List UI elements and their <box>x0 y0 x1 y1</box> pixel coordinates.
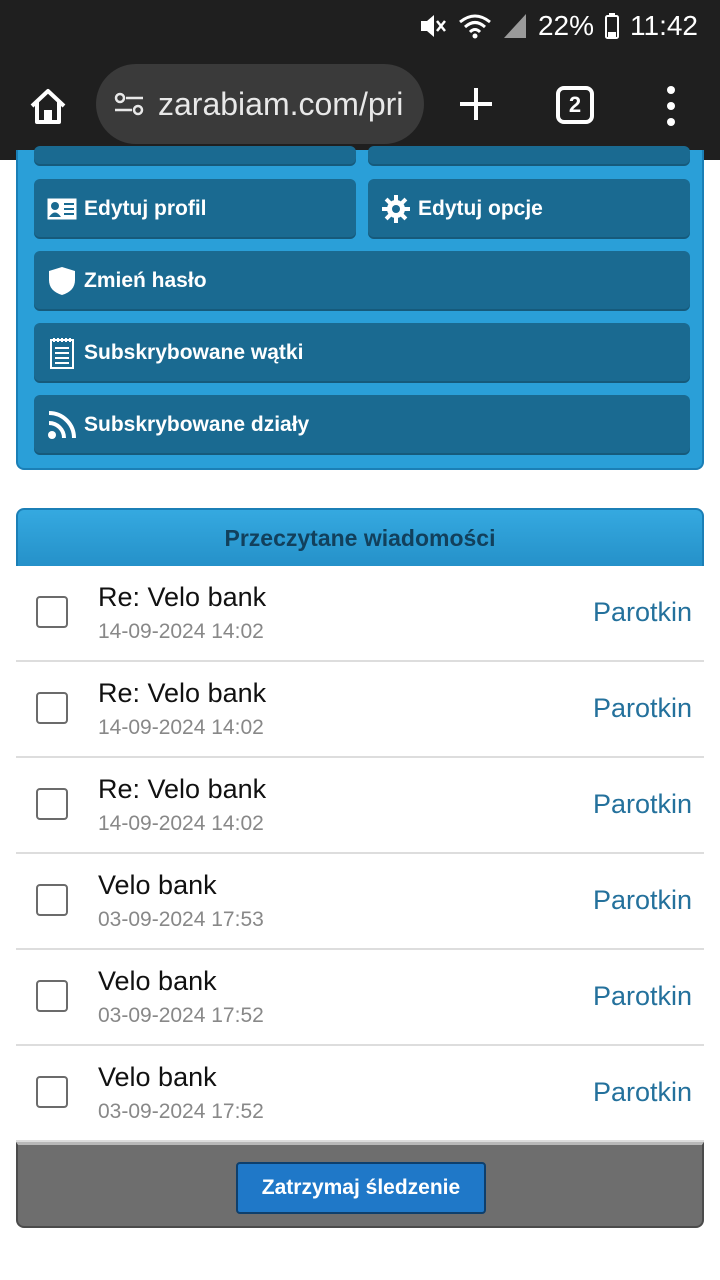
clock: 11:42 <box>630 10 698 41</box>
message-row: Re: Velo bank 14-09-2024 14:02 Parotkin <box>16 662 704 758</box>
new-tab-button[interactable] <box>452 80 500 128</box>
message-row: Velo bank 03-09-2024 17:52 Parotkin <box>16 950 704 1046</box>
message-title[interactable]: Re: Velo bank <box>98 774 266 805</box>
messages-list: Re: Velo bank 14-09-2024 14:02 Parotkin … <box>16 566 704 1142</box>
subscribed-threads-button[interactable]: Subskrybowane wątki <box>34 323 690 383</box>
message-date: 14-09-2024 14:02 <box>98 716 264 739</box>
message-title[interactable]: Velo bank <box>98 1062 217 1093</box>
battery-icon <box>604 12 620 40</box>
message-checkbox[interactable] <box>36 692 68 724</box>
dot <box>667 102 675 110</box>
message-author[interactable]: Parotkin <box>593 885 692 916</box>
message-checkbox[interactable] <box>36 788 68 820</box>
gear-icon <box>380 193 412 225</box>
site-settings-icon[interactable] <box>112 87 146 121</box>
message-title[interactable]: Velo bank <box>98 870 217 901</box>
message-title[interactable]: Velo bank <box>98 966 217 997</box>
more-menu-button[interactable] <box>656 80 686 132</box>
message-author[interactable]: Parotkin <box>593 981 692 1012</box>
message-checkbox[interactable] <box>36 884 68 916</box>
message-author[interactable]: Parotkin <box>593 693 692 724</box>
message-row: Velo bank 03-09-2024 17:53 Parotkin <box>16 854 704 950</box>
message-row: Re: Velo bank 14-09-2024 14:02 Parotkin <box>16 566 704 662</box>
read-messages-header: Przeczytane wiadomości <box>16 508 704 566</box>
subscribed-sections-label: Subskrybowane działy <box>84 413 310 436</box>
message-date: 03-09-2024 17:53 <box>98 908 264 931</box>
dot <box>667 118 675 126</box>
message-date: 14-09-2024 14:02 <box>98 812 264 835</box>
profile-panel: Edytuj profil Edytuj opcje Zmień hasło S… <box>16 146 704 470</box>
edit-options-button[interactable]: Edytuj opcje <box>368 179 690 239</box>
mute-icon <box>418 12 448 40</box>
status-bar: 22% 11:42 <box>0 0 720 52</box>
tab-switcher-button[interactable]: 2 <box>556 86 594 124</box>
url-bar[interactable]: zarabiam.com/pri <box>96 64 424 144</box>
notepad-icon <box>46 337 78 369</box>
message-checkbox[interactable] <box>36 980 68 1012</box>
edit-profile-button[interactable]: Edytuj profil <box>34 179 356 239</box>
message-date: 14-09-2024 14:02 <box>98 620 264 643</box>
message-checkbox[interactable] <box>36 596 68 628</box>
plus-icon <box>460 88 492 120</box>
message-author[interactable]: Parotkin <box>593 1077 692 1108</box>
subscribed-threads-label: Subskrybowane wątki <box>84 341 304 364</box>
message-row: Velo bank 03-09-2024 17:52 Parotkin <box>16 1046 704 1142</box>
browser-toolbar: zarabiam.com/pri 2 <box>0 52 720 160</box>
wifi-icon <box>458 12 492 40</box>
hidden-top-left-button[interactable] <box>34 146 356 166</box>
edit-profile-label: Edytuj profil <box>84 197 207 220</box>
message-author[interactable]: Parotkin <box>593 789 692 820</box>
subscribed-sections-button[interactable]: Subskrybowane działy <box>34 395 690 455</box>
signal-icon <box>502 12 528 40</box>
battery-percent: 22% <box>537 10 594 41</box>
message-checkbox[interactable] <box>36 1076 68 1108</box>
hidden-top-right-button[interactable] <box>368 146 690 166</box>
message-row: Re: Velo bank 14-09-2024 14:02 Parotkin <box>16 758 704 854</box>
message-date: 03-09-2024 17:52 <box>98 1004 264 1027</box>
rss-icon <box>46 409 78 441</box>
change-password-label: Zmień hasło <box>84 269 207 292</box>
url-text: zarabiam.com/pri <box>158 85 404 122</box>
message-author[interactable]: Parotkin <box>593 597 692 628</box>
shield-icon <box>46 265 78 297</box>
message-title[interactable]: Re: Velo bank <box>98 582 266 613</box>
edit-options-label: Edytuj opcje <box>418 197 543 220</box>
message-date: 03-09-2024 17:52 <box>98 1100 264 1123</box>
home-icon <box>30 89 66 124</box>
home-button[interactable] <box>24 82 72 130</box>
message-title[interactable]: Re: Velo bank <box>98 678 266 709</box>
stop-tracking-button[interactable]: Zatrzymaj śledzenie <box>236 1162 486 1214</box>
dot <box>667 86 675 94</box>
messages-footer: Zatrzymaj śledzenie <box>16 1142 704 1228</box>
change-password-button[interactable]: Zmień hasło <box>34 251 690 311</box>
id-card-icon <box>46 193 78 225</box>
